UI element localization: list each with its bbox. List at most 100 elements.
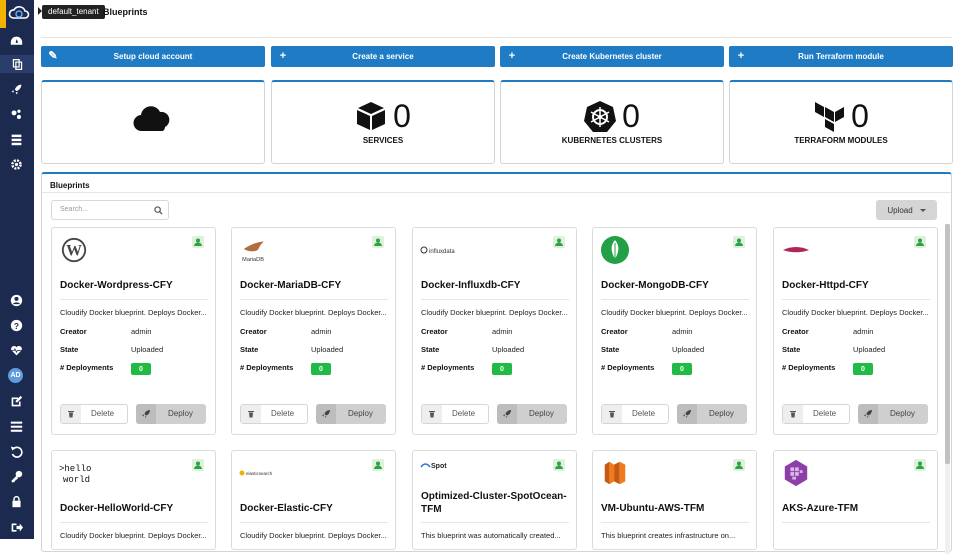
delete-button[interactable]: Delete xyxy=(601,404,669,424)
delete-button[interactable]: Delete xyxy=(421,404,489,424)
delete-button[interactable]: Delete xyxy=(60,404,128,424)
creator-value: admin xyxy=(311,327,332,336)
undo-icon[interactable] xyxy=(7,442,25,460)
blueprint-card-elastic[interactable]: elasticsearch Docker-Elastic-CFY Cloudif… xyxy=(231,450,396,550)
lock-icon[interactable] xyxy=(7,492,25,510)
delete-button[interactable]: Delete xyxy=(782,404,850,424)
blueprint-name[interactable]: Docker-Influxdb-CFY xyxy=(421,279,571,292)
delete-label: Delete xyxy=(632,409,656,418)
blueprint-card-mongodb[interactable]: Docker-MongoDB-CFY Cloudify Docker bluep… xyxy=(592,227,757,435)
kubernetes-icon xyxy=(584,101,617,132)
blueprint-card-vm-ubuntu-aws[interactable]: VM-Ubuntu-AWS-TFM This blueprint creates… xyxy=(592,450,757,550)
search-icon xyxy=(154,206,163,215)
blueprint-name[interactable]: Docker-MongoDB-CFY xyxy=(601,279,751,292)
scrollbar-thumb[interactable] xyxy=(945,224,950,464)
blueprint-name[interactable]: Docker-MariaDB-CFY xyxy=(240,279,390,292)
trash-icon xyxy=(241,405,261,423)
avatar[interactable]: AD xyxy=(8,368,23,383)
deploy-button[interactable]: Deploy xyxy=(497,404,567,424)
services-label: SERVICES xyxy=(362,136,404,145)
blueprint-description: Cloudify Docker blueprint. Deploys Docke… xyxy=(421,308,568,317)
httpd-logo xyxy=(781,235,811,265)
delete-label: Delete xyxy=(452,409,476,418)
blueprint-card-httpd[interactable]: Docker-Httpd-CFY Cloudify Docker bluepri… xyxy=(773,227,938,435)
creator-value: admin xyxy=(672,327,693,336)
settings-icon[interactable] xyxy=(7,155,25,173)
blueprint-name[interactable]: VM-Ubuntu-AWS-TFM xyxy=(601,502,751,515)
creator-value: admin xyxy=(131,327,152,336)
setup-cloud-account-label: Setup cloud account xyxy=(113,52,193,61)
deploy-button[interactable]: Deploy xyxy=(677,404,747,424)
delete-button[interactable]: Delete xyxy=(240,404,308,424)
card-divider xyxy=(782,299,930,300)
help-icon[interactable]: ? xyxy=(7,316,25,334)
create-kubernetes-cluster-button[interactable]: + Create Kubernetes cluster xyxy=(500,46,724,67)
rocket-icon xyxy=(316,404,336,424)
card-divider xyxy=(60,299,208,300)
kubernetes-clusters-count: 0 xyxy=(622,98,640,134)
blueprints-icon[interactable] xyxy=(0,55,34,73)
cloudify-logo[interactable] xyxy=(0,0,34,28)
user-badge-icon xyxy=(733,236,745,248)
setup-cloud-account-button[interactable]: ✎ Setup cloud account xyxy=(41,46,265,67)
creator-label: Creator xyxy=(240,327,267,336)
blueprint-name[interactable]: Docker-Httpd-CFY xyxy=(782,279,932,292)
deployments-icon[interactable] xyxy=(7,80,25,98)
user-badge-icon xyxy=(192,459,204,471)
page-title: Blueprints xyxy=(103,7,148,17)
user-icon[interactable] xyxy=(7,291,25,309)
upload-label: Upload xyxy=(887,205,913,215)
plugins-icon[interactable] xyxy=(7,105,25,123)
deploy-button[interactable]: Deploy xyxy=(136,404,206,424)
list-icon[interactable] xyxy=(7,417,25,435)
deploy-button[interactable]: Deploy xyxy=(858,404,928,424)
health-icon[interactable] xyxy=(7,341,25,359)
blueprint-name[interactable]: Docker-HelloWorld-CFY xyxy=(60,502,210,515)
state-label: State xyxy=(60,345,79,354)
influxdata-logo: influxdata xyxy=(420,235,460,265)
tenant-selector[interactable]: default_tenant xyxy=(42,5,105,19)
cloud-account-card[interactable] xyxy=(41,80,265,164)
state-value: Uploaded xyxy=(853,345,886,354)
chevron-down-icon xyxy=(919,208,926,212)
card-divider xyxy=(601,522,749,523)
trash-icon xyxy=(602,405,622,423)
terraform-icon xyxy=(815,102,845,132)
edit-icon[interactable] xyxy=(7,392,25,410)
rocket-icon xyxy=(858,404,878,424)
blueprint-card-influxdb[interactable]: influxdata Docker-Influxdb-CFY Cloudify … xyxy=(412,227,577,435)
run-terraform-module-button[interactable]: + Run Terraform module xyxy=(729,46,953,67)
terraform-modules-card[interactable]: 0 TERRAFORM MODULES xyxy=(729,80,953,164)
delete-label: Delete xyxy=(91,409,115,418)
blueprint-card-mariadb[interactable]: MariaDB Docker-MariaDB-CFY Cloudify Dock… xyxy=(231,227,396,435)
blueprint-card-helloworld[interactable]: >hello world Docker-HelloWorld-CFY Cloudi… xyxy=(51,450,216,550)
delete-label: Delete xyxy=(271,409,295,418)
card-divider xyxy=(601,299,749,300)
wordpress-logo: W xyxy=(59,235,89,265)
state-label: State xyxy=(601,345,620,354)
blueprint-name[interactable]: AKS-Azure-TFM xyxy=(782,502,932,515)
user-badge-icon xyxy=(553,236,565,248)
key-icon[interactable] xyxy=(7,467,25,485)
blueprint-name[interactable]: Docker-Wordpress-CFY xyxy=(60,279,210,292)
dashboard-icon[interactable] xyxy=(7,32,25,50)
deploy-button[interactable]: Deploy xyxy=(316,404,386,424)
inventory-icon[interactable] xyxy=(7,130,25,148)
deployments-count-badge: 0 xyxy=(131,363,151,375)
kubernetes-clusters-card[interactable]: 0 KUBERNETES CLUSTERS xyxy=(500,80,724,164)
deployments-label: # Deployments xyxy=(421,363,475,372)
search-input[interactable]: Search... xyxy=(51,200,169,220)
blueprint-card-spotocean[interactable]: Spot Optimized-Cluster-SpotOcean-TFM Thi… xyxy=(412,450,577,550)
creator-value: admin xyxy=(853,327,874,336)
blueprints-panel-title: Blueprints xyxy=(50,181,90,190)
blueprint-card-wordpress[interactable]: W Docker-Wordpress-CFY Cloudify Docker b… xyxy=(51,227,216,435)
blueprint-name[interactable]: Docker-Elastic-CFY xyxy=(240,502,390,515)
blueprint-card-aks-azure[interactable]: AKS-Azure-TFM xyxy=(773,450,938,550)
create-service-button[interactable]: + Create a service xyxy=(271,46,495,67)
logout-icon[interactable] xyxy=(7,518,25,536)
blueprint-name[interactable]: Optimized-Cluster-SpotOcean-TFM xyxy=(421,490,571,516)
services-card[interactable]: 0 SERVICES xyxy=(271,80,495,164)
mariadb-logo: MariaDB xyxy=(239,235,269,265)
sidebar: ? AD xyxy=(0,0,34,539)
upload-button[interactable]: Upload xyxy=(876,200,937,220)
